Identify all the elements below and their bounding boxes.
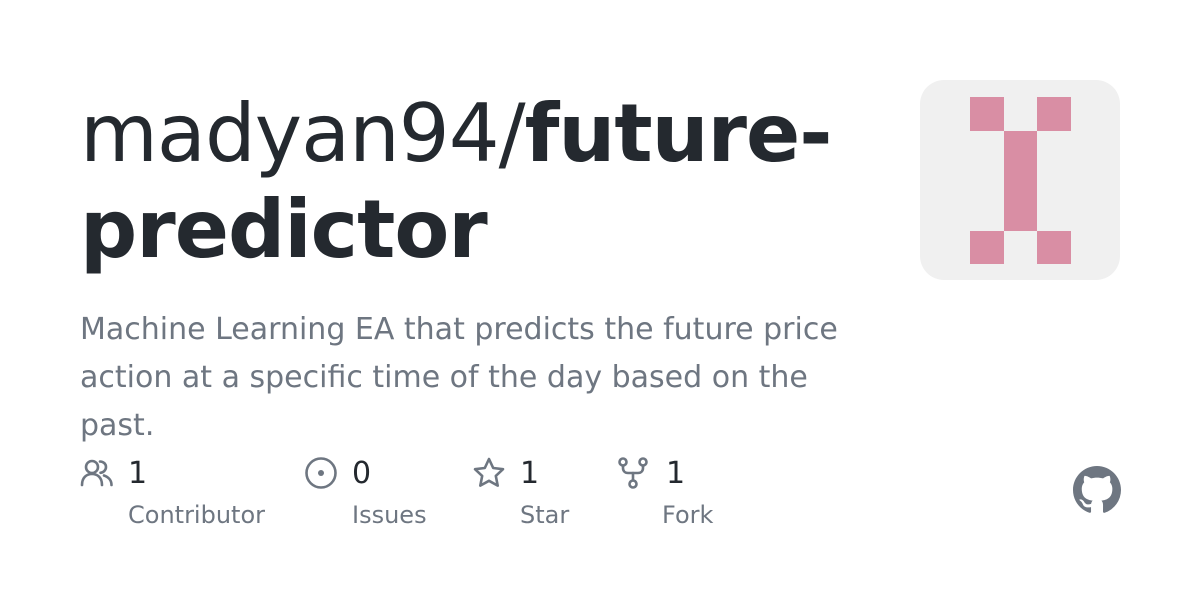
stat-forks-label: Fork [662,501,714,529]
identicon-icon [970,97,1071,264]
github-mark-icon [1073,466,1121,514]
stat-forks-count: 1 [666,456,686,491]
repo-owner: madyan94/ [80,87,526,180]
star-icon [472,456,506,490]
repo-stats: 1 Contributor 0 Issues 1 Star 1 Fork [80,452,780,542]
repo-title: madyan94/future-predictor [80,86,880,278]
stat-issues-count: 0 [352,456,372,491]
repo-description: Machine Learning EA that predicts the fu… [80,312,838,443]
people-icon [80,456,114,490]
stat-contributors-label: Contributor [128,501,266,529]
stat-stars-label: Star [520,501,570,529]
issue-opened-icon [304,456,338,490]
repo-forked-icon [616,456,650,490]
stat-issues-label: Issues [352,501,427,529]
owner-avatar [920,80,1120,280]
stat-contributors-count: 1 [128,456,148,491]
stat-stars-count: 1 [520,456,540,491]
